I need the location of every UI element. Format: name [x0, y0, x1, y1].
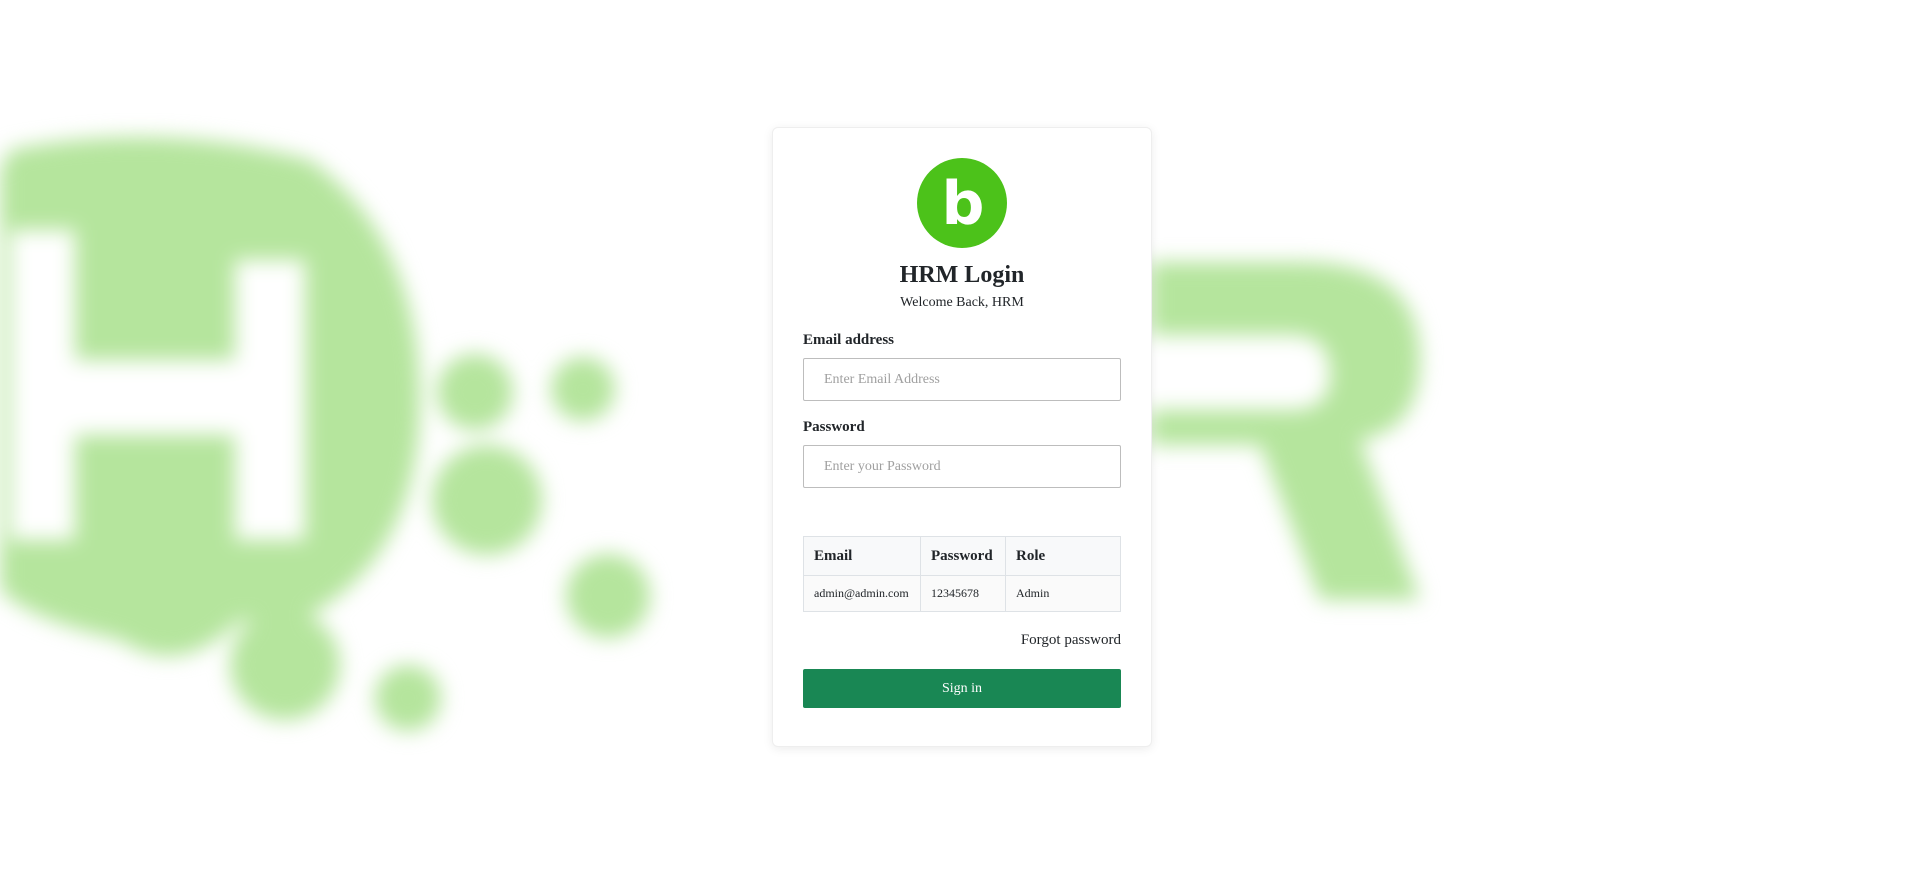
table-cell-password: 12345678: [920, 575, 1006, 612]
email-input[interactable]: [803, 358, 1121, 401]
login-card: b HRM Login Welcome Back, HRM Email addr…: [772, 127, 1152, 747]
page-subtitle: Welcome Back, HRM: [900, 295, 1024, 310]
table-row: admin@admin.com 12345678 Admin: [803, 575, 1121, 612]
column-header-password: Password: [920, 536, 1006, 576]
email-label: Email address: [803, 332, 894, 348]
forgot-password-link[interactable]: Forgot password: [803, 631, 1121, 649]
table-header-row: Email Password Role: [803, 536, 1121, 576]
letter-b-logo-icon: b: [917, 158, 1007, 248]
password-input[interactable]: [803, 445, 1121, 488]
password-label: Password: [803, 419, 865, 435]
column-header-email: Email: [803, 536, 921, 576]
page-title: HRM Login: [899, 262, 1025, 288]
logo-letter: b: [942, 169, 985, 239]
table-cell-role: Admin: [1005, 575, 1121, 612]
column-header-role: Role: [1005, 536, 1121, 576]
credentials-table: Email Password Role admin@admin.com 1234…: [803, 536, 1121, 612]
sign-in-button[interactable]: Sign in: [803, 669, 1121, 708]
table-cell-email: admin@admin.com: [803, 575, 921, 612]
